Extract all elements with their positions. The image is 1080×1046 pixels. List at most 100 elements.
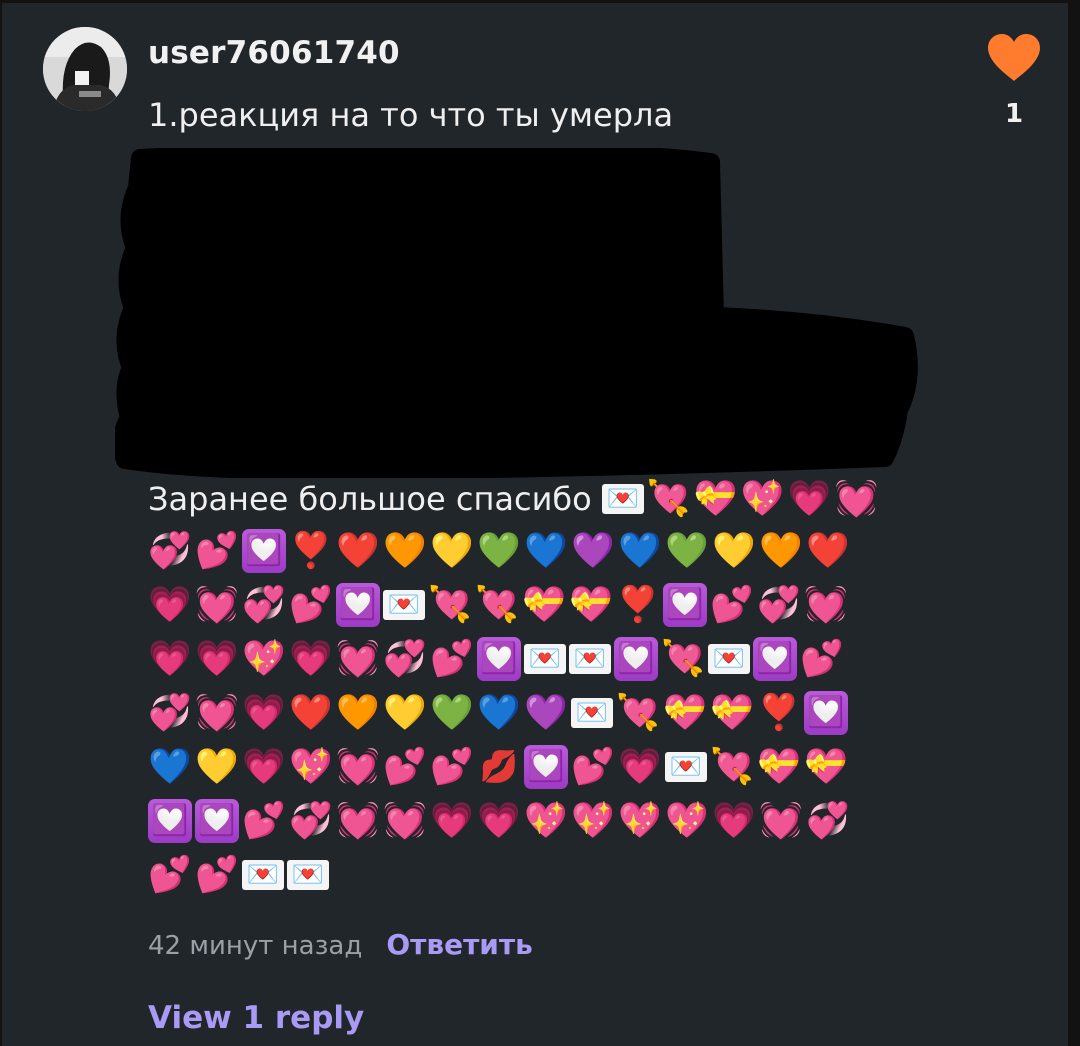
love-letter-icon: 💌 — [601, 484, 644, 514]
purple-heart-icon: 💜 — [524, 692, 568, 733]
like-button[interactable] — [986, 33, 1042, 83]
username[interactable]: user76061740 — [148, 34, 400, 72]
two-hearts-icon: 💕 — [195, 854, 239, 895]
two-hearts-icon: 💕 — [242, 800, 286, 841]
sparkling-heart-icon: 💖 — [618, 800, 662, 841]
revolving-hearts-icon: 💞 — [757, 584, 801, 625]
emoji-row: 💞 💕 💟 ❣️ ❤️ 🧡 💛 💚 💙 💜 💙 💚 💛 🧡 ❤️ — [148, 524, 868, 578]
heart-ribbon-icon: 💝 — [710, 692, 754, 733]
red-heart-icon: ❤️ — [806, 530, 850, 571]
love-letter-icon: 💌 — [708, 644, 750, 674]
heart-decoration-icon: 💟 — [524, 745, 568, 789]
two-hearts-icon: 💕 — [383, 746, 427, 787]
growing-heart-icon: 💗 — [289, 638, 333, 679]
two-hearts-icon: 💕 — [430, 746, 474, 787]
blue-heart-icon: 💙 — [618, 530, 662, 571]
two-hearts-icon: 💕 — [800, 638, 844, 679]
heart-arrow-icon: 💘 — [475, 584, 519, 625]
growing-heart-icon: 💗 — [618, 746, 662, 787]
beating-heart-icon: 💓 — [336, 638, 380, 679]
green-heart-icon: 💚 — [665, 530, 709, 571]
purple-heart-icon: 💜 — [571, 530, 615, 571]
growing-heart-icon: 💗 — [430, 800, 474, 841]
heart-arrow-icon: 💘 — [661, 638, 705, 679]
heart-exclamation-icon: ❣️ — [757, 692, 801, 733]
message-body: Заранее большое спасибо 💌 💘 💝 💖 💗 💓 💞 💕 💟 ❣️ ❤️ 🧡 💛… — [148, 474, 878, 902]
love-letter-icon: 💌 — [665, 752, 707, 782]
growing-heart-icon: 💗 — [148, 584, 192, 625]
timestamp: 42 минут назад — [148, 931, 363, 961]
heart-decoration-icon: 💟 — [614, 637, 658, 681]
yellow-heart-icon: 💛 — [195, 746, 239, 787]
heart-decoration-icon: 💟 — [336, 583, 380, 627]
heart-ribbon-icon: 💝 — [757, 746, 801, 787]
growing-heart-icon: 💗 — [195, 638, 239, 679]
heart-arrow-icon: 💘 — [428, 584, 472, 625]
sparkling-heart-icon: 💖 — [571, 800, 615, 841]
like-count: 1 — [1004, 99, 1024, 129]
heart-arrow-icon: 💘 — [616, 692, 660, 733]
yellow-heart-icon: 💛 — [712, 530, 756, 571]
growing-heart-icon: 💗 — [148, 638, 192, 679]
beating-heart-icon: 💓 — [336, 746, 380, 787]
reply-button[interactable]: Ответить — [386, 928, 533, 961]
sparkling-heart-icon: 💖 — [524, 800, 568, 841]
love-letter-icon: 💌 — [287, 860, 329, 890]
two-hearts-icon: 💕 — [148, 854, 192, 895]
beating-heart-icon: 💓 — [195, 584, 239, 625]
thanks-line: Заранее большое спасибо 💌 💘 💝 💖 💗 💓 — [148, 474, 878, 524]
heart-decoration-icon: 💟 — [663, 583, 707, 627]
comment-meta: 42 минут назад Ответить — [148, 928, 533, 961]
comment-text: 1.реакция на то что ты умерла — [148, 96, 674, 134]
red-heart-icon: ❤️ — [336, 530, 380, 571]
emoji-row: 💟 💟 💕 💞 💓 💓 💗 💗 💖 💖 💖 💖 💗 💓 💞 — [148, 794, 868, 848]
growing-heart-icon: 💗 — [477, 800, 521, 841]
revolving-hearts-icon: 💞 — [806, 800, 850, 841]
yellow-heart-icon: 💛 — [383, 692, 427, 733]
growing-heart-icon: 💗 — [242, 692, 286, 733]
redacted-scribble — [115, 148, 918, 478]
heart-ribbon-icon: 💝 — [804, 746, 848, 787]
love-letter-icon: 💌 — [569, 644, 611, 674]
heart-decoration-icon: 💟 — [753, 637, 797, 681]
kiss-mark-icon: 💋 — [479, 748, 519, 785]
sparkling-heart-icon: 💖 — [289, 746, 333, 787]
green-heart-icon: 💚 — [430, 692, 474, 733]
revolving-hearts-icon: 💞 — [383, 638, 427, 679]
yellow-heart-icon: 💛 — [430, 530, 474, 571]
green-heart-icon: 💚 — [477, 530, 521, 571]
heart-decoration-icon: 💟 — [477, 637, 521, 681]
heart-arrow-icon: 💘 — [646, 478, 691, 519]
two-hearts-icon: 💕 — [571, 746, 615, 787]
two-hearts-icon: 💕 — [430, 638, 474, 679]
heart-ribbon-icon: 💝 — [693, 478, 738, 519]
blue-heart-icon: 💙 — [148, 746, 192, 787]
love-letter-icon: 💌 — [242, 860, 284, 890]
love-letter-icon: 💌 — [383, 590, 425, 620]
emoji-row: 💌 💘 💝 💖 💗 💓 — [601, 472, 879, 526]
avatar[interactable] — [43, 27, 127, 111]
heart-ribbon-icon: 💝 — [569, 584, 613, 625]
sparkling-heart-icon: 💖 — [740, 478, 785, 519]
orange-heart-icon: 🧡 — [759, 530, 803, 571]
heart-decoration-icon: 💟 — [195, 799, 239, 843]
emoji-row: 💕 💕 💌 💌 — [148, 848, 868, 902]
beating-heart-icon: 💓 — [195, 692, 239, 733]
heart-decoration-icon: 💟 — [804, 691, 848, 735]
heart-arrow-icon: 💘 — [710, 746, 754, 787]
growing-heart-icon: 💗 — [242, 746, 286, 787]
revolving-hearts-icon: 💞 — [148, 692, 192, 733]
avatar-image — [43, 27, 127, 111]
two-hearts-icon: 💕 — [289, 584, 333, 625]
beating-heart-icon: 💓 — [336, 800, 380, 841]
two-hearts-icon: 💕 — [710, 584, 754, 625]
love-letter-icon: 💌 — [524, 644, 566, 674]
heart-ribbon-icon: 💝 — [522, 584, 566, 625]
orange-heart-icon: 🧡 — [383, 530, 427, 571]
heart-ribbon-icon: 💝 — [663, 692, 707, 733]
beating-heart-icon: 💓 — [759, 800, 803, 841]
growing-heart-icon: 💗 — [787, 478, 832, 519]
view-replies-link[interactable]: View 1 reply — [148, 1000, 364, 1036]
emoji-row: 💞 💓 💗 ❤️ 🧡 💛 💚 💙 💜 💌 💘 💝 💝 ❣️ 💟 — [148, 686, 868, 740]
two-hearts-icon: 💕 — [195, 530, 239, 571]
